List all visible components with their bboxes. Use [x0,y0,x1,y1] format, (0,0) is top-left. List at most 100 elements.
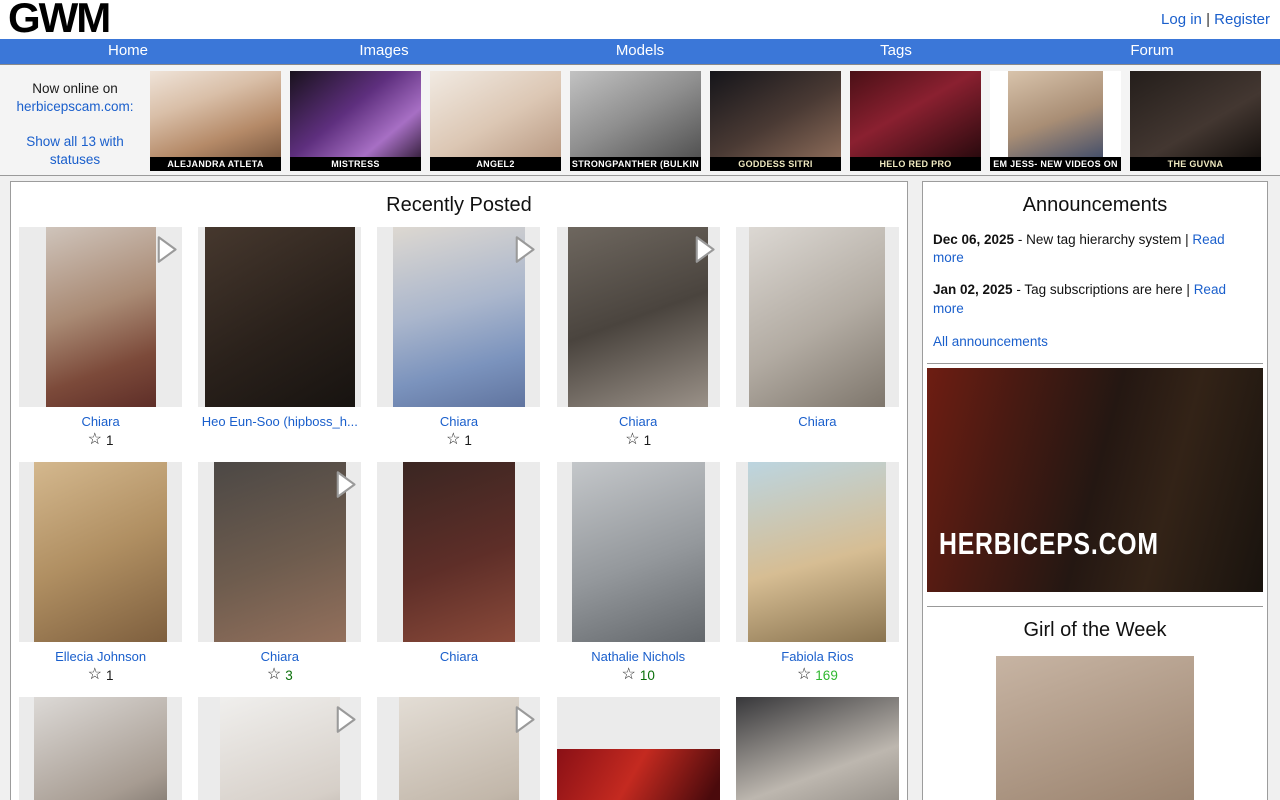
model-name-link[interactable]: Chiara [440,414,478,429]
show-all-statuses-link[interactable]: Show all 13 with statuses [0,133,150,168]
play-icon [332,469,359,500]
model-name-link[interactable]: Nathalie Nichols [591,649,685,664]
herbiceps-ad-banner[interactable]: HERBICEPS.COM [927,368,1263,592]
post-thumbnail[interactable] [377,462,540,642]
model-name-link[interactable]: Chiara [440,649,478,664]
post-photo [393,227,525,407]
model-photo [710,71,841,157]
model-photo [1008,71,1102,157]
post-cell [11,697,190,800]
herbicepscam-link[interactable]: herbicepscam.com: [16,99,133,114]
site-logo[interactable]: GWM [8,0,109,42]
nav-item-models[interactable]: Models [512,39,768,64]
post-photo [748,462,886,642]
post-thumbnail[interactable] [198,697,361,800]
play-icon [511,234,538,265]
post-photo [572,462,705,642]
post-photo [557,749,720,800]
post-cell: Chiara ☆ 3 [190,462,369,683]
post-thumbnail[interactable] [557,227,720,407]
model-photo [570,71,701,157]
auth-links: Log in | Register [1161,11,1270,28]
model-name-caption: GODDESS SITRI [710,157,841,171]
star-icon: ☆ [446,432,460,448]
online-model-thumb[interactable]: GODDESS SITRI [710,71,841,171]
model-name-link[interactable]: Chiara [261,649,299,664]
post-photo [34,462,167,642]
star-count-value: 1 [464,433,472,448]
post-thumbnail[interactable] [377,697,540,800]
nav-item-home[interactable]: Home [0,39,256,64]
online-model-thumb[interactable]: STRONGPANTHER (BULKIN [570,71,701,171]
register-link[interactable]: Register [1214,11,1270,28]
post-thumbnail[interactable] [377,227,540,407]
model-name-link[interactable]: Heo Eun-Soo (hipboss_h... [202,414,358,429]
nav-item-images[interactable]: Images [256,39,512,64]
star-count: ☆ 1 [88,667,114,683]
post-photo [749,227,885,407]
post-thumbnail[interactable] [19,697,182,800]
post-cell [190,697,369,800]
post-thumbnail[interactable] [557,697,720,800]
model-name-link[interactable]: Chiara [798,414,836,429]
model-name-caption: ALEJANDRA ATLETA [150,157,281,171]
online-info: Now online on herbicepscam.com: Show all… [0,65,150,175]
post-cell: Fabiola Rios ☆ 169 [728,462,907,683]
post-photo [403,462,515,642]
star-count: ☆ 1 [88,432,114,448]
post-thumbnail[interactable] [736,227,899,407]
model-name-caption: THE GUVNA [1130,157,1261,171]
post-thumbnail[interactable] [736,697,899,800]
post-photo [399,697,519,800]
login-link[interactable]: Log in [1161,11,1202,28]
post-thumbnail[interactable] [736,462,899,642]
auth-separator: | [1206,11,1210,28]
nav-item-tags[interactable]: Tags [768,39,1024,64]
star-count: ☆ 3 [267,667,293,683]
post-cell: Chiara [728,227,907,448]
post-thumbnail[interactable] [198,462,361,642]
post-photo [736,697,899,800]
online-model-thumb[interactable]: MISTRESS [290,71,421,171]
announcements-list: Dec 06, 2025 - New tag hierarchy system … [923,231,1267,318]
post-photo [205,227,355,407]
star-icon: ☆ [625,432,639,448]
post-cell: Ellecia Johnson ☆ 1 [11,462,190,683]
post-thumbnail[interactable] [19,462,182,642]
model-name-caption: ANGEL2 [430,157,561,171]
star-count-value: 169 [815,668,838,683]
online-model-thumb[interactable]: ANGEL2 [430,71,561,171]
model-name-link[interactable]: Fabiola Rios [781,649,853,664]
all-announcements-link[interactable]: All announcements [923,334,1267,349]
model-name-caption: EM JESS- NEW VIDEOS ON [990,157,1121,171]
online-model-thumb[interactable]: HELO RED PRO [850,71,981,171]
post-cell [728,697,907,800]
play-icon [332,704,359,735]
announcement-entry: Dec 06, 2025 - New tag hierarchy system … [923,231,1267,267]
online-model-thumb[interactable]: EM JESS- NEW VIDEOS ON [990,71,1121,171]
online-model-thumb[interactable]: THE GUVNA [1130,71,1261,171]
nav-item-forum[interactable]: Forum [1024,39,1280,64]
post-photo [34,697,167,800]
divider [927,363,1263,364]
model-photo [1130,71,1261,157]
content-area: Recently Posted Chiara ☆ 1 Heo Eun-Soo (… [0,176,1280,800]
model-name-link[interactable]: Chiara [619,414,657,429]
post-cell: Heo Eun-Soo (hipboss_h... [190,227,369,448]
model-name-link[interactable]: Chiara [81,414,119,429]
sidebar: Announcements Dec 06, 2025 - New tag hie… [922,181,1268,800]
post-thumbnail[interactable] [19,227,182,407]
star-icon: ☆ [622,667,636,683]
star-count-value: 1 [106,433,114,448]
page: GWM Log in | Register HomeImagesModelsTa… [0,0,1280,800]
post-cell: Chiara ☆ 1 [11,227,190,448]
model-name-caption: STRONGPANTHER (BULKIN [570,157,701,171]
model-name-link[interactable]: Ellecia Johnson [55,649,146,664]
post-photo [568,227,708,407]
online-model-thumb[interactable]: ALEJANDRA ATLETA [150,71,281,171]
girl-of-week-photo[interactable] [996,656,1194,800]
post-photo [220,697,340,800]
online-models-list: ALEJANDRA ATLETA MISTRESS ANGEL2 STRONGP… [150,65,1261,175]
post-thumbnail[interactable] [557,462,720,642]
post-thumbnail[interactable] [198,227,361,407]
